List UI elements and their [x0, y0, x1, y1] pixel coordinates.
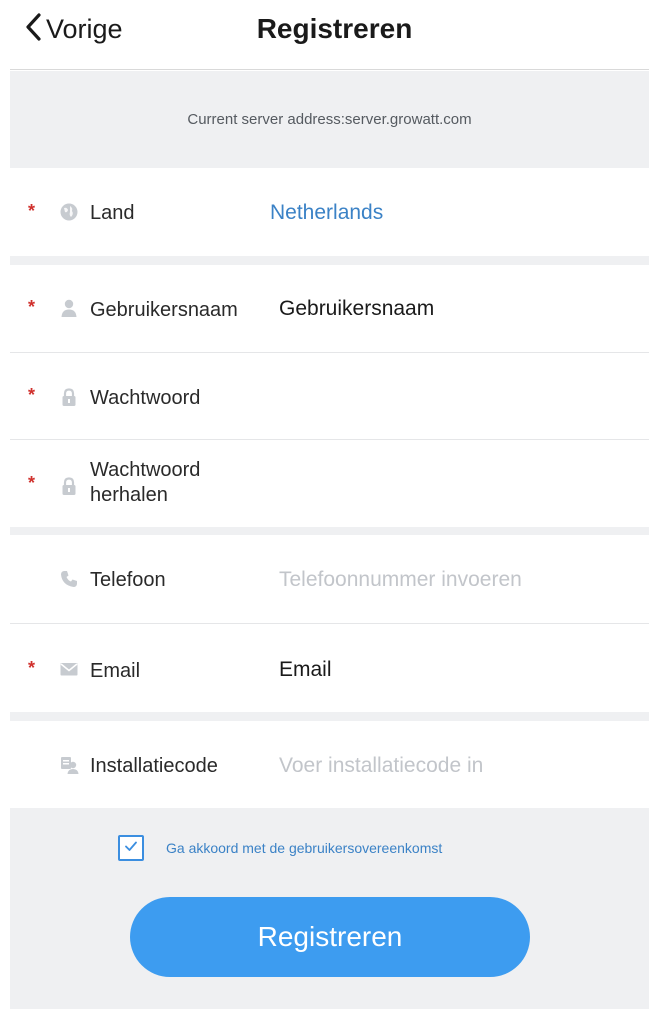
mail-icon: [58, 658, 80, 680]
password-repeat-row[interactable]: * Wachtwoord herhalen: [10, 440, 649, 527]
phone-label: Telefoon: [90, 569, 166, 591]
email-row[interactable]: * Email Email: [10, 624, 649, 712]
username-row[interactable]: * Gebruikersnaam Gebruikersnaam: [10, 265, 649, 352]
globe-icon: [58, 201, 80, 223]
required-marker: *: [28, 473, 36, 493]
register-button[interactable]: Registreren: [130, 897, 530, 977]
password-row[interactable]: * Wachtwoord: [10, 353, 649, 439]
phone-input[interactable]: Telefoonnummer invoeren: [279, 567, 522, 593]
agreement-row[interactable]: Ga akkoord met de gebruikersovereenkomst: [118, 835, 442, 861]
username-label: Gebruikersnaam: [90, 299, 238, 321]
agreement-link[interactable]: Ga akkoord met de gebruikersovereenkomst: [166, 840, 442, 856]
user-icon: [58, 297, 80, 319]
phone-row[interactable]: Telefoon Telefoonnummer invoeren: [10, 535, 649, 623]
password-repeat-label-line2: herhalen: [90, 484, 168, 506]
land-label: Land: [90, 202, 135, 224]
password-label: Wachtwoord: [90, 387, 201, 409]
required-marker: *: [28, 297, 36, 317]
phone-icon: [58, 568, 80, 590]
install-code-label: Installatiecode: [90, 755, 218, 777]
nav-bar: Vorige Registreren: [10, 0, 649, 70]
section-gap: [10, 256, 649, 265]
server-address-text: Current server address:server.growatt.co…: [187, 111, 472, 128]
app-frame: Vorige Registreren Current server addres…: [10, 0, 649, 1009]
required-marker: *: [28, 201, 36, 221]
agreement-checkbox[interactable]: [118, 835, 144, 861]
land-value[interactable]: Netherlands: [270, 200, 383, 226]
required-marker: *: [28, 658, 36, 678]
section-gap: [10, 527, 649, 535]
install-code-row[interactable]: Installatiecode Voer installatiecode in: [10, 721, 649, 808]
page-title: Registreren: [256, 13, 413, 44]
land-row[interactable]: * Land Netherlands: [10, 168, 649, 256]
email-input[interactable]: Email: [279, 657, 332, 683]
installation-code-icon: [58, 754, 80, 776]
server-address-bar: Current server address:server.growatt.co…: [10, 71, 649, 168]
password-repeat-label: Wachtwoord: [90, 459, 201, 481]
install-code-input[interactable]: Voer installatiecode in: [279, 753, 483, 779]
lock-icon: [58, 386, 80, 408]
section-gap: [10, 712, 649, 721]
email-label: Email: [90, 660, 141, 682]
username-input[interactable]: Gebruikersnaam: [279, 296, 434, 322]
lock-icon: [58, 475, 80, 497]
checkmark-icon: [123, 838, 139, 859]
required-marker: *: [28, 385, 36, 405]
